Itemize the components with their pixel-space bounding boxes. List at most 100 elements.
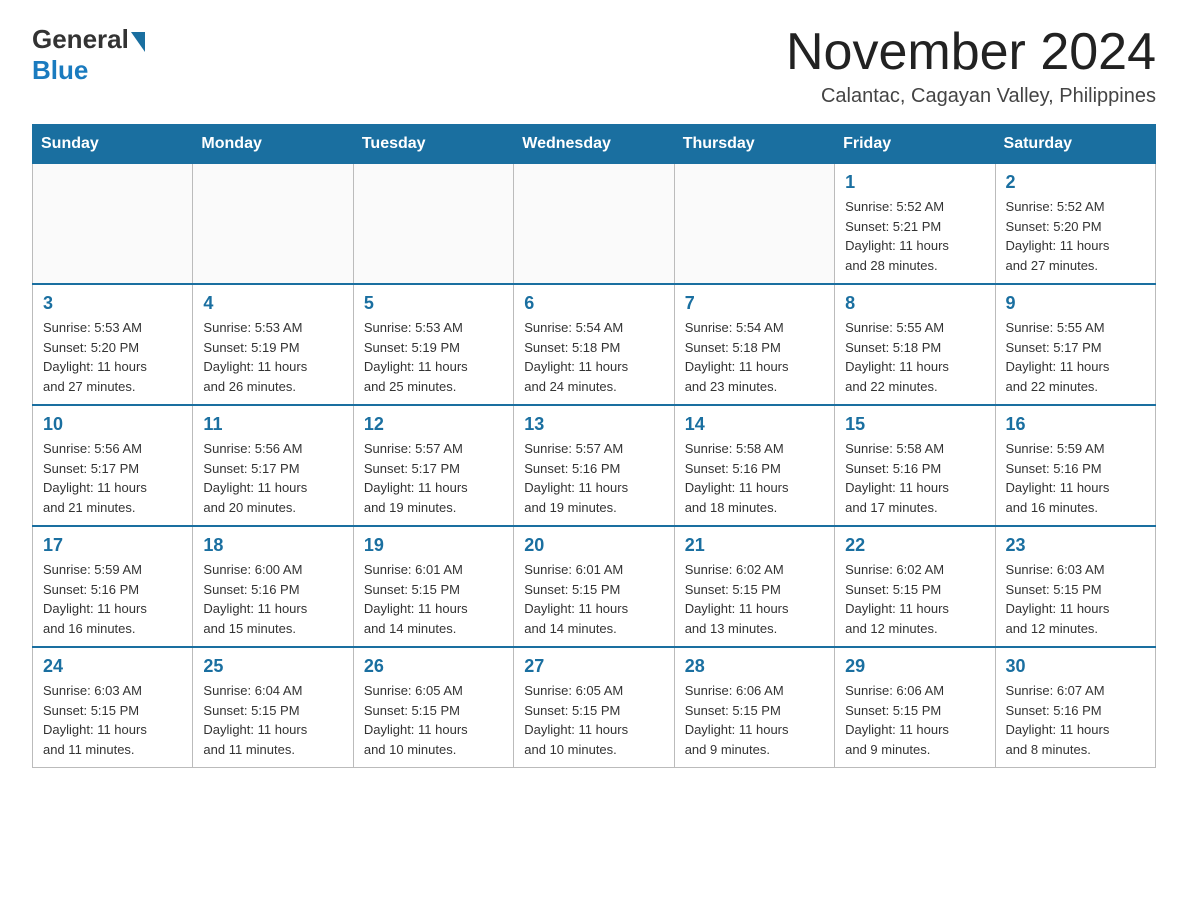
- day-number: 3: [43, 293, 182, 314]
- day-number: 15: [845, 414, 984, 435]
- day-header-wednesday: Wednesday: [514, 125, 674, 164]
- day-info: Sunrise: 6:02 AM Sunset: 5:15 PM Dayligh…: [845, 560, 984, 638]
- calendar-day-cell: 20 Sunrise: 6:01 AM Sunset: 5:15 PM Dayli…: [514, 526, 674, 647]
- day-info: Sunrise: 5:54 AM Sunset: 5:18 PM Dayligh…: [685, 318, 824, 396]
- day-info: Sunrise: 6:05 AM Sunset: 5:15 PM Dayligh…: [524, 681, 663, 759]
- calendar-day-cell: 18 Sunrise: 6:00 AM Sunset: 5:16 PM Dayli…: [193, 526, 353, 647]
- day-number: 16: [1006, 414, 1145, 435]
- day-number: 4: [203, 293, 342, 314]
- day-number: 8: [845, 293, 984, 314]
- calendar-day-cell: 29Sunrise: 6:06 AM Sunset: 5:15 PM Dayli…: [835, 647, 995, 768]
- day-number: 9: [1006, 293, 1145, 314]
- day-number: 18: [203, 535, 342, 556]
- calendar-day-cell: 30 Sunrise: 6:07 AM Sunset: 5:16 PM Dayli…: [995, 647, 1155, 768]
- day-header-sunday: Sunday: [33, 125, 193, 164]
- day-info: Sunrise: 6:03 AM Sunset: 5:15 PM Dayligh…: [43, 681, 182, 759]
- day-number: 23: [1006, 535, 1145, 556]
- calendar-day-cell: 22 Sunrise: 6:02 AM Sunset: 5:15 PM Dayli…: [835, 526, 995, 647]
- calendar-day-cell: 25 Sunrise: 6:04 AM Sunset: 5:15 PM Dayli…: [193, 647, 353, 768]
- day-header-thursday: Thursday: [674, 125, 834, 164]
- calendar-day-cell: 9 Sunrise: 5:55 AM Sunset: 5:17 PM Daylig…: [995, 284, 1155, 405]
- logo-triangle-icon: [131, 32, 145, 52]
- calendar-day-cell: [353, 164, 513, 285]
- day-number: 6: [524, 293, 663, 314]
- day-number: 25: [203, 656, 342, 677]
- calendar-day-cell: 28 Sunrise: 6:06 AM Sunset: 5:15 PM Dayli…: [674, 647, 834, 768]
- calendar-day-cell: [193, 164, 353, 285]
- calendar-day-cell: 11Sunrise: 5:56 AM Sunset: 5:17 PM Dayli…: [193, 405, 353, 526]
- day-info: Sunrise: 6:01 AM Sunset: 5:15 PM Dayligh…: [364, 560, 503, 638]
- day-number: 12: [364, 414, 503, 435]
- day-number: 27: [524, 656, 663, 677]
- calendar-day-cell: 19 Sunrise: 6:01 AM Sunset: 5:15 PM Dayli…: [353, 526, 513, 647]
- day-info: Sunrise: 5:56 AM Sunset: 5:17 PM Dayligh…: [43, 439, 182, 517]
- calendar-day-cell: 1Sunrise: 5:52 AM Sunset: 5:21 PM Daylig…: [835, 164, 995, 285]
- page-header: General Blue November 2024 Calantac, Cag…: [32, 24, 1156, 108]
- day-info: Sunrise: 6:04 AM Sunset: 5:15 PM Dayligh…: [203, 681, 342, 759]
- calendar-week-row: 24Sunrise: 6:03 AM Sunset: 5:15 PM Dayli…: [33, 647, 1156, 768]
- calendar-day-cell: 10 Sunrise: 5:56 AM Sunset: 5:17 PM Dayli…: [33, 405, 193, 526]
- day-info: Sunrise: 5:55 AM Sunset: 5:17 PM Dayligh…: [1006, 318, 1145, 396]
- day-number: 7: [685, 293, 824, 314]
- calendar-day-cell: [674, 164, 834, 285]
- calendar-day-cell: 15 Sunrise: 5:58 AM Sunset: 5:16 PM Dayli…: [835, 405, 995, 526]
- calendar-week-row: 1Sunrise: 5:52 AM Sunset: 5:21 PM Daylig…: [33, 164, 1156, 285]
- day-number: 2: [1006, 172, 1145, 193]
- day-number: 20: [524, 535, 663, 556]
- calendar-day-cell: 26 Sunrise: 6:05 AM Sunset: 5:15 PM Dayli…: [353, 647, 513, 768]
- calendar-week-row: 10 Sunrise: 5:56 AM Sunset: 5:17 PM Dayli…: [33, 405, 1156, 526]
- logo-general-text: General: [32, 24, 129, 55]
- day-info: Sunrise: 5:52 AM Sunset: 5:20 PM Dayligh…: [1006, 197, 1145, 275]
- calendar-day-cell: 23 Sunrise: 6:03 AM Sunset: 5:15 PM Dayli…: [995, 526, 1155, 647]
- calendar-week-row: 17Sunrise: 5:59 AM Sunset: 5:16 PM Dayli…: [33, 526, 1156, 647]
- day-info: Sunrise: 5:58 AM Sunset: 5:16 PM Dayligh…: [845, 439, 984, 517]
- day-info: Sunrise: 5:57 AM Sunset: 5:17 PM Dayligh…: [364, 439, 503, 517]
- day-header-saturday: Saturday: [995, 125, 1155, 164]
- day-number: 30: [1006, 656, 1145, 677]
- day-number: 17: [43, 535, 182, 556]
- day-info: Sunrise: 6:02 AM Sunset: 5:15 PM Dayligh…: [685, 560, 824, 638]
- calendar-table: SundayMondayTuesdayWednesdayThursdayFrid…: [32, 124, 1156, 768]
- location-title: Calantac, Cagayan Valley, Philippines: [786, 85, 1156, 108]
- calendar-day-cell: 5Sunrise: 5:53 AM Sunset: 5:19 PM Daylig…: [353, 284, 513, 405]
- day-info: Sunrise: 6:06 AM Sunset: 5:15 PM Dayligh…: [685, 681, 824, 759]
- day-number: 14: [685, 414, 824, 435]
- day-info: Sunrise: 6:03 AM Sunset: 5:15 PM Dayligh…: [1006, 560, 1145, 638]
- calendar-day-cell: 24Sunrise: 6:03 AM Sunset: 5:15 PM Dayli…: [33, 647, 193, 768]
- calendar-day-cell: 3 Sunrise: 5:53 AM Sunset: 5:20 PM Daylig…: [33, 284, 193, 405]
- day-number: 22: [845, 535, 984, 556]
- day-info: Sunrise: 5:57 AM Sunset: 5:16 PM Dayligh…: [524, 439, 663, 517]
- calendar-day-cell: 13Sunrise: 5:57 AM Sunset: 5:16 PM Dayli…: [514, 405, 674, 526]
- calendar-day-cell: 16 Sunrise: 5:59 AM Sunset: 5:16 PM Dayli…: [995, 405, 1155, 526]
- day-number: 26: [364, 656, 503, 677]
- day-info: Sunrise: 5:59 AM Sunset: 5:16 PM Dayligh…: [1006, 439, 1145, 517]
- calendar-day-cell: [514, 164, 674, 285]
- day-info: Sunrise: 5:56 AM Sunset: 5:17 PM Dayligh…: [203, 439, 342, 517]
- day-info: Sunrise: 6:05 AM Sunset: 5:15 PM Dayligh…: [364, 681, 503, 759]
- day-info: Sunrise: 6:00 AM Sunset: 5:16 PM Dayligh…: [203, 560, 342, 638]
- day-header-friday: Friday: [835, 125, 995, 164]
- day-number: 19: [364, 535, 503, 556]
- day-info: Sunrise: 5:53 AM Sunset: 5:20 PM Dayligh…: [43, 318, 182, 396]
- day-info: Sunrise: 6:01 AM Sunset: 5:15 PM Dayligh…: [524, 560, 663, 638]
- day-info: Sunrise: 6:07 AM Sunset: 5:16 PM Dayligh…: [1006, 681, 1145, 759]
- calendar-day-cell: [33, 164, 193, 285]
- day-number: 29: [845, 656, 984, 677]
- calendar-day-cell: 8Sunrise: 5:55 AM Sunset: 5:18 PM Daylig…: [835, 284, 995, 405]
- calendar-day-cell: 6 Sunrise: 5:54 AM Sunset: 5:18 PM Daylig…: [514, 284, 674, 405]
- calendar-day-cell: 17Sunrise: 5:59 AM Sunset: 5:16 PM Dayli…: [33, 526, 193, 647]
- day-info: Sunrise: 5:54 AM Sunset: 5:18 PM Dayligh…: [524, 318, 663, 396]
- day-number: 1: [845, 172, 984, 193]
- logo: General Blue: [32, 24, 145, 86]
- day-number: 5: [364, 293, 503, 314]
- day-info: Sunrise: 5:58 AM Sunset: 5:16 PM Dayligh…: [685, 439, 824, 517]
- calendar-day-cell: 14 Sunrise: 5:58 AM Sunset: 5:16 PM Dayli…: [674, 405, 834, 526]
- calendar-day-cell: 21Sunrise: 6:02 AM Sunset: 5:15 PM Dayli…: [674, 526, 834, 647]
- calendar-day-cell: 4Sunrise: 5:53 AM Sunset: 5:19 PM Daylig…: [193, 284, 353, 405]
- calendar-week-row: 3 Sunrise: 5:53 AM Sunset: 5:20 PM Daylig…: [33, 284, 1156, 405]
- day-number: 10: [43, 414, 182, 435]
- month-title: November 2024: [786, 24, 1156, 81]
- calendar-day-cell: 27 Sunrise: 6:05 AM Sunset: 5:15 PM Dayli…: [514, 647, 674, 768]
- day-number: 28: [685, 656, 824, 677]
- logo-blue-text: Blue: [32, 55, 88, 86]
